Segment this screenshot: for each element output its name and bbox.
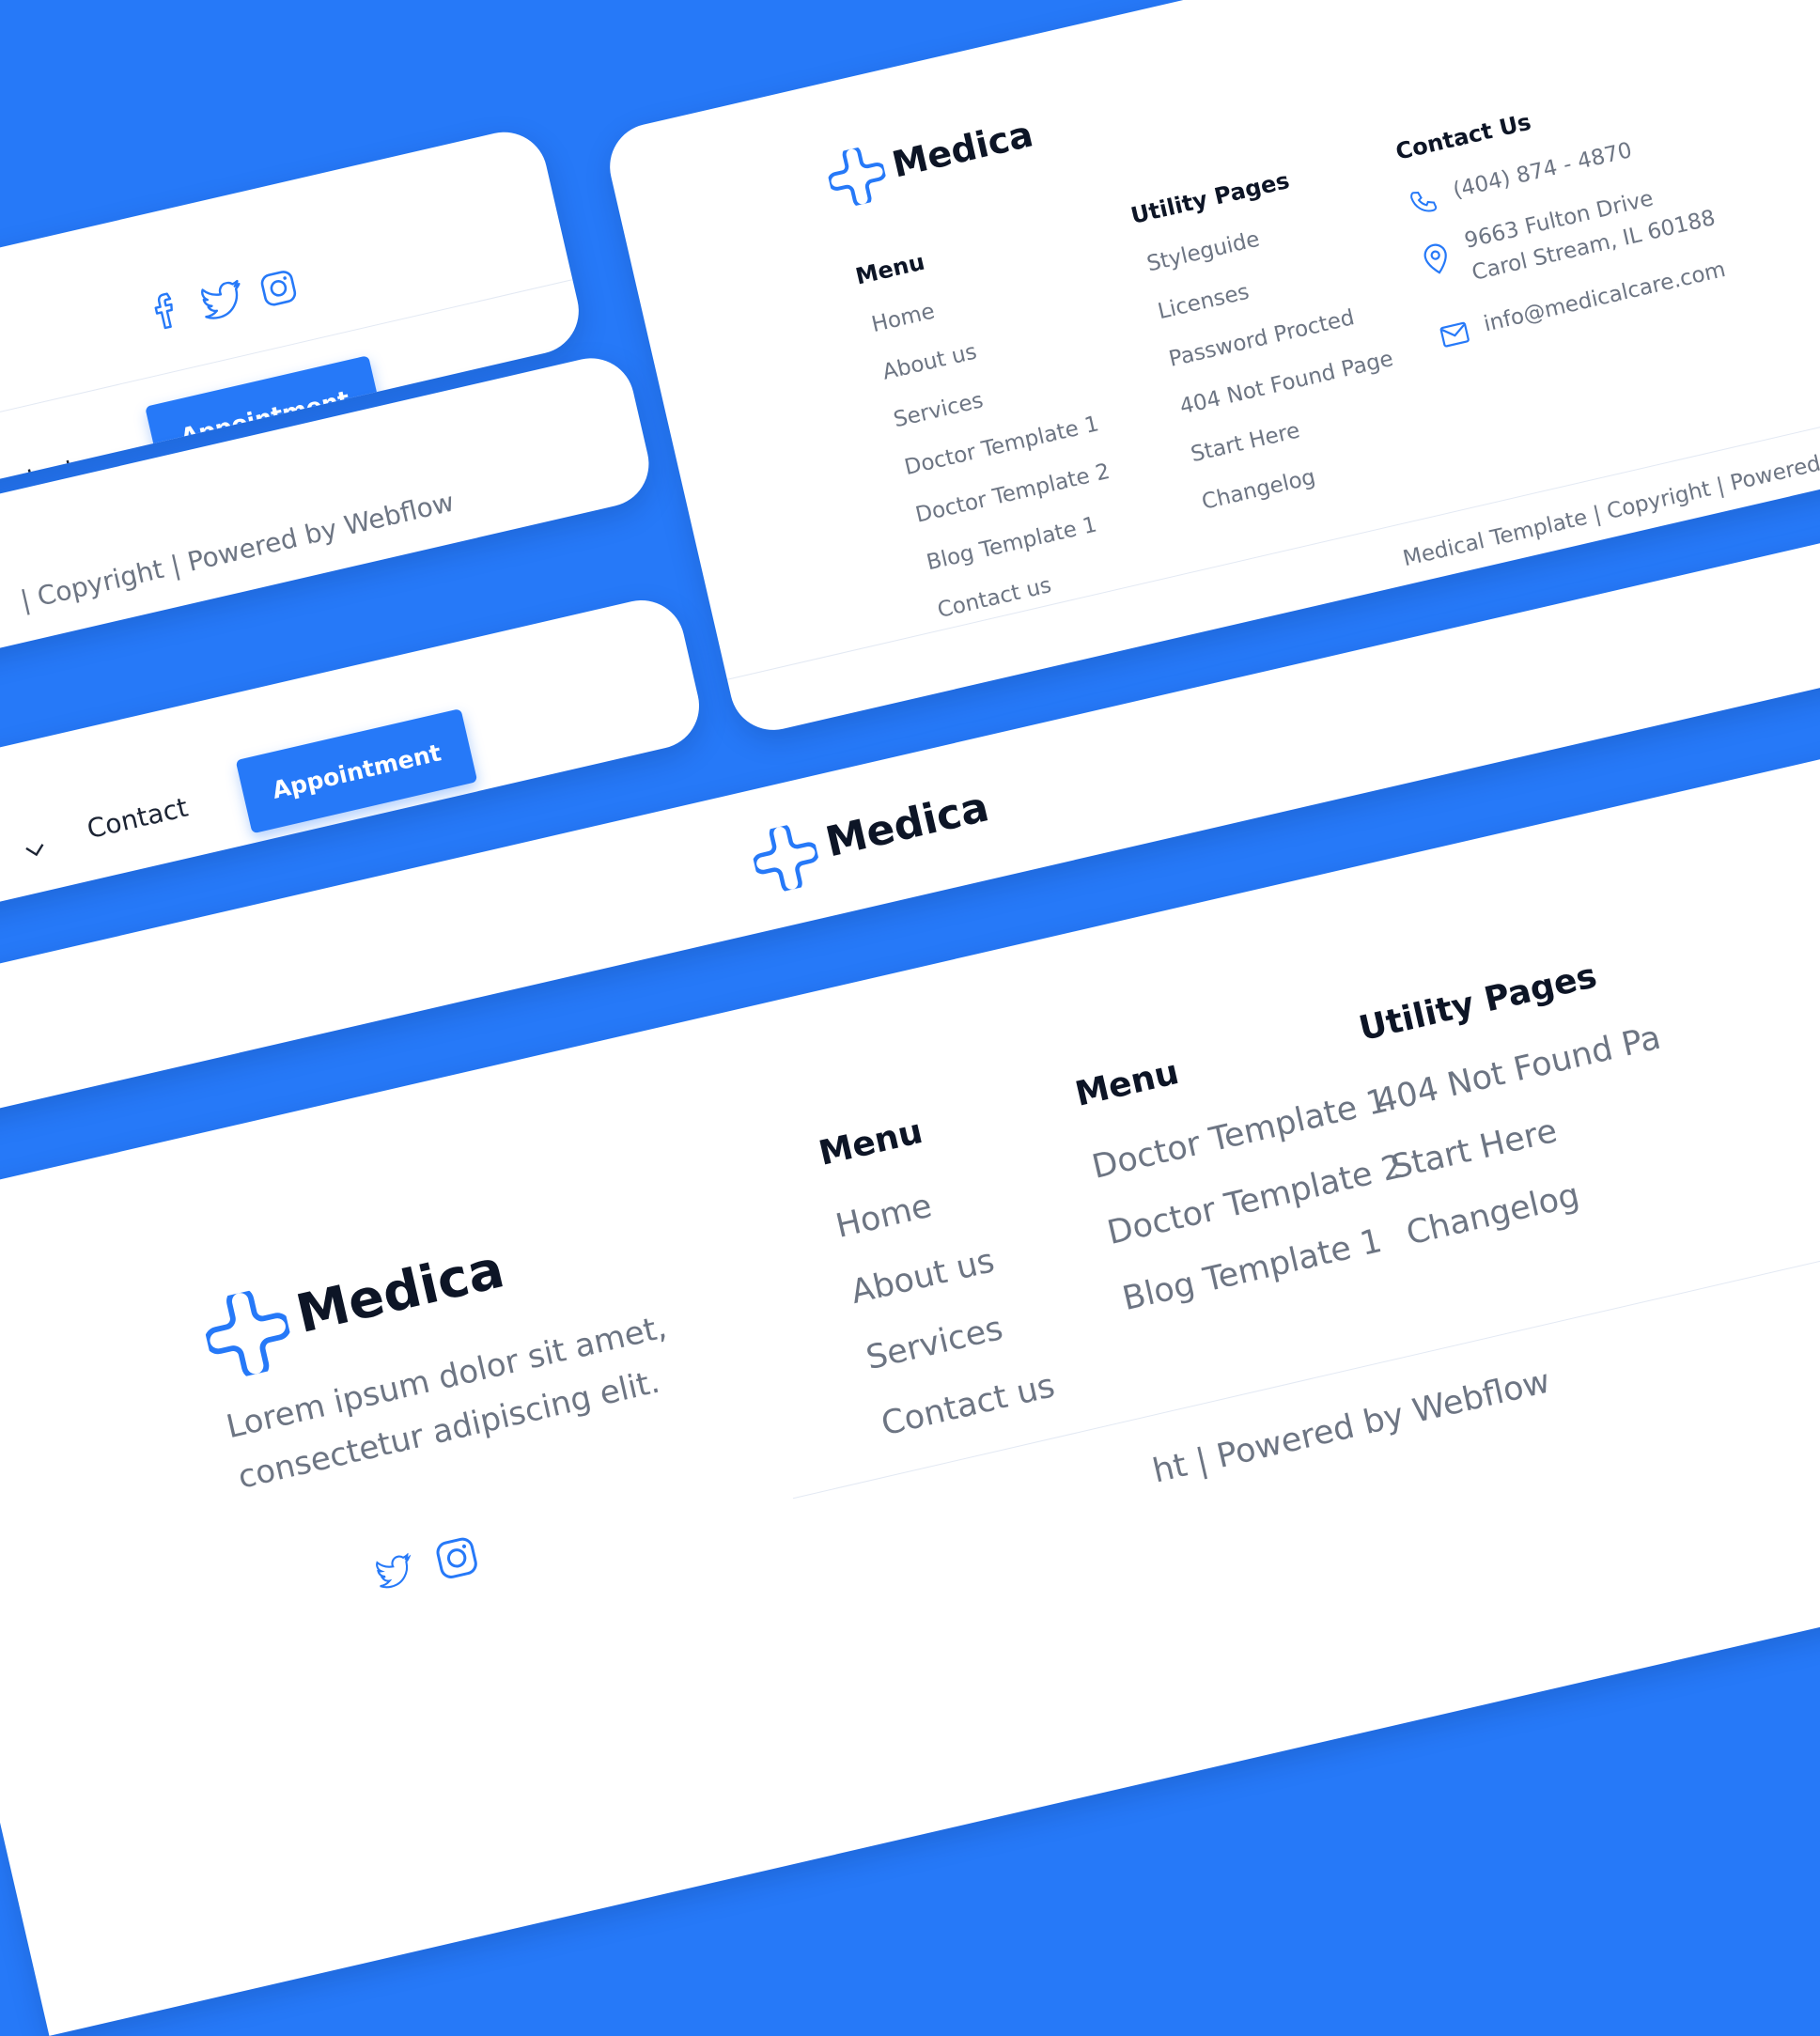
- twitter-icon[interactable]: [198, 279, 249, 327]
- logo-text: Medica: [290, 1238, 510, 1345]
- menu-link-about[interactable]: About us: [848, 1242, 998, 1312]
- utility-heading: Utility Pages: [1355, 956, 1601, 1049]
- copyright-text: ht | Powered by Webflow: [1149, 1362, 1554, 1491]
- menu-link-contact[interactable]: Contact us: [878, 1367, 1058, 1443]
- menu-link-about[interactable]: About us: [880, 339, 979, 384]
- menu-heading: Menu: [815, 1111, 926, 1173]
- chevron-down-icon[interactable]: [23, 841, 48, 863]
- menu-link-services[interactable]: Services: [863, 1310, 1006, 1377]
- nav-link-contact[interactable]: Contact: [84, 792, 191, 846]
- menu-heading: Menu: [852, 248, 927, 290]
- menu-link-services[interactable]: Services: [892, 388, 986, 432]
- phone-icon: [1408, 185, 1442, 223]
- facebook-icon[interactable]: [149, 289, 182, 335]
- contact-heading: Contact Us: [1392, 108, 1534, 165]
- instagram-icon[interactable]: [432, 1533, 483, 1587]
- location-icon: [1420, 241, 1454, 281]
- menu-link-home[interactable]: Home: [869, 299, 937, 337]
- appointment-button[interactable]: Appointment: [235, 708, 478, 834]
- medica-logo-icon: [823, 143, 892, 214]
- menu-link-blog[interactable]: Blog Template 1: [925, 512, 1099, 575]
- utility-link-styleguide[interactable]: Styleguide: [1144, 227, 1262, 277]
- utility-link-changelog[interactable]: Changelog: [1200, 465, 1318, 515]
- menu-link-home[interactable]: Home: [832, 1188, 936, 1246]
- medica-logo-icon: [198, 1283, 298, 1386]
- logo-text: Medica: [821, 783, 994, 867]
- utility-link-changelog[interactable]: Changelog: [1403, 1176, 1583, 1252]
- utility-link-start[interactable]: Start Here: [1388, 1112, 1561, 1187]
- menu-heading-secondary: Menu: [1071, 1052, 1183, 1114]
- utility-heading: Utility Pages: [1128, 167, 1292, 229]
- medica-logo-icon: [748, 820, 825, 900]
- logo-text: Medica: [888, 113, 1037, 186]
- twitter-icon[interactable]: [374, 1552, 419, 1595]
- menu-link-contact[interactable]: Contact us: [935, 573, 1053, 623]
- instagram-icon[interactable]: [257, 267, 301, 313]
- contact-phone: (404) 874 - 4870: [1450, 138, 1635, 204]
- copyright-text: | Copyright | Powered by Webflow: [17, 486, 458, 616]
- utility-link-licenses[interactable]: Licenses: [1156, 280, 1252, 325]
- utility-link-start[interactable]: Start Here: [1189, 418, 1302, 467]
- mail-icon: [1439, 320, 1472, 352]
